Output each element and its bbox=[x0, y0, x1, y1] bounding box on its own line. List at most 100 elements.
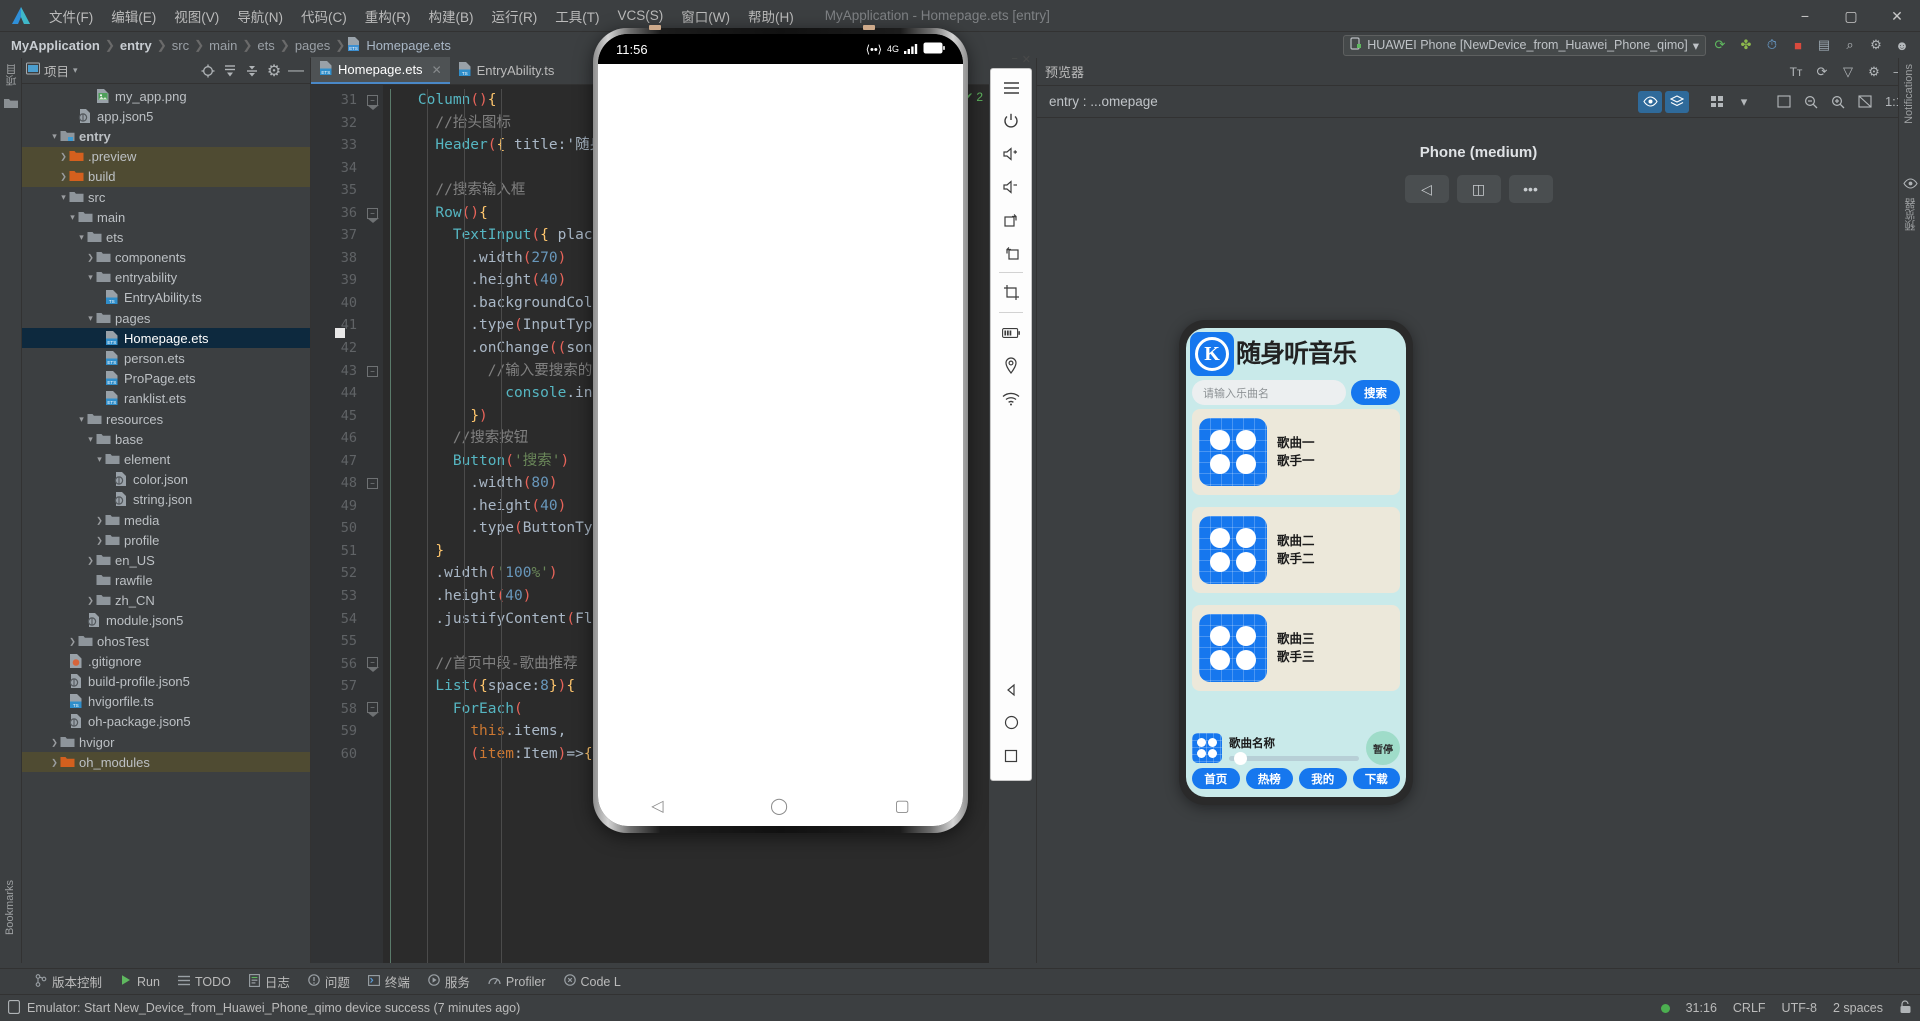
breadcrumb-item-6[interactable]: Homepage.ets bbox=[363, 38, 454, 53]
zoom-out-icon[interactable] bbox=[1799, 91, 1823, 113]
tree-item-base[interactable]: ▾ base bbox=[22, 429, 310, 449]
font-size-icon[interactable]: Tт bbox=[1784, 61, 1808, 83]
song-card[interactable]: 歌曲三 歌手三 bbox=[1192, 605, 1400, 691]
search-everywhere-icon[interactable]: ⌕ bbox=[1838, 34, 1862, 56]
power-icon[interactable] bbox=[996, 104, 1026, 137]
breadcrumb-item-3[interactable]: main bbox=[206, 38, 240, 53]
menu-item-0[interactable]: 文件(F) bbox=[40, 3, 102, 29]
chevron-right-icon[interactable]: ❯ bbox=[58, 172, 69, 181]
breadcrumb-item-0[interactable]: MyApplication bbox=[8, 38, 103, 53]
eye-icon[interactable] bbox=[1903, 176, 1918, 191]
resize-handle-right[interactable] bbox=[863, 25, 875, 30]
nav-recent-icon[interactable]: ▢ bbox=[895, 796, 910, 816]
tree-item-en-us[interactable]: ❯ en_US bbox=[22, 550, 310, 570]
tool-window---[interactable]: 问题 bbox=[299, 970, 359, 993]
breadcrumb-item-1[interactable]: entry bbox=[117, 38, 155, 53]
volume-down-icon[interactable] bbox=[996, 170, 1026, 203]
tree-item-pages[interactable]: ▾ pages bbox=[22, 308, 310, 328]
tool-window---[interactable]: 日志 bbox=[240, 970, 299, 993]
app-tab-2[interactable]: 我的 bbox=[1299, 768, 1347, 789]
tree-item-propage-ets[interactable]: ETS ProPage.ets bbox=[22, 369, 310, 389]
editor-tab-homepage-ets[interactable]: ETS Homepage.ets ✕ bbox=[311, 57, 450, 84]
fold-marker[interactable]: − bbox=[367, 95, 379, 110]
app-tab-1[interactable]: 热榜 bbox=[1245, 768, 1293, 789]
hide-panel-icon[interactable]: — bbox=[286, 61, 306, 81]
tree-item-element[interactable]: ▾ element bbox=[22, 449, 310, 469]
tree-item-app-json5[interactable]: app.json5 bbox=[22, 106, 310, 126]
emulator-nav-bar[interactable]: ◁ ◯ ▢ bbox=[598, 786, 963, 826]
preview-phone-mock[interactable]: K 随身听音乐 请输入乐曲名 搜索 歌曲一 歌手一 歌曲二 歌手二 歌曲三 歌手三 歌曲名… bbox=[1179, 320, 1413, 805]
chevron-down-icon[interactable]: ▾ bbox=[1693, 38, 1699, 53]
tool-window-----[interactable]: 版本控制 bbox=[26, 970, 111, 993]
fold-marker[interactable]: − bbox=[367, 208, 379, 223]
chevron-down-icon[interactable]: ▾ bbox=[94, 454, 105, 465]
chevron-right-icon[interactable]: ❯ bbox=[85, 253, 96, 262]
tree-item-src[interactable]: ▾ src bbox=[22, 187, 310, 207]
layers-icon[interactable] bbox=[1665, 90, 1689, 113]
menu-item-10[interactable]: 窗口(W) bbox=[672, 3, 739, 29]
wifi-icon[interactable] bbox=[996, 382, 1026, 415]
breadcrumb-item-2[interactable]: src bbox=[169, 38, 192, 53]
zoom-in-icon[interactable] bbox=[1826, 91, 1850, 113]
rail-preview-label[interactable]: 预览器 bbox=[1903, 198, 1919, 231]
minimize-button[interactable]: − bbox=[1782, 0, 1828, 32]
screenshot-icon[interactable] bbox=[996, 276, 1026, 309]
song-card[interactable]: 歌曲一 歌手一 bbox=[1192, 409, 1400, 495]
tree-item-profile[interactable]: ❯ profile bbox=[22, 530, 310, 550]
menu-item-9[interactable]: VCS(S) bbox=[609, 5, 673, 26]
location-icon[interactable] bbox=[996, 349, 1026, 382]
emulator-screen[interactable]: 11:56 ⟨••⟩ 4G ◁ ◯ ▢ bbox=[598, 34, 963, 826]
tool-window-run[interactable]: Run bbox=[111, 972, 169, 991]
chevron-down-icon[interactable]: ▾ bbox=[76, 232, 87, 243]
tree-item-main[interactable]: ▾ main bbox=[22, 207, 310, 227]
player-pause-button[interactable]: 暂停 bbox=[1366, 731, 1400, 765]
app-song-list[interactable]: 歌曲一 歌手一 歌曲二 歌手二 歌曲三 歌手三 bbox=[1186, 409, 1406, 728]
sync-icon[interactable]: ⟳ bbox=[1708, 34, 1732, 56]
preview-canvas[interactable]: Phone (medium) ◁ ◫ ••• K 随身听音乐 请输入乐曲名 搜索… bbox=[1037, 144, 1920, 989]
app-preview-screen[interactable]: K 随身听音乐 请输入乐曲名 搜索 歌曲一 歌手一 歌曲二 歌手二 歌曲三 歌手三 歌曲名… bbox=[1186, 328, 1406, 797]
tool-window-todo[interactable]: TODO bbox=[169, 973, 240, 991]
back-control[interactable]: ◁ bbox=[1404, 175, 1449, 203]
editor-marker[interactable] bbox=[335, 328, 345, 338]
menu-item-8[interactable]: 工具(T) bbox=[546, 3, 608, 29]
volume-up-icon[interactable] bbox=[996, 137, 1026, 170]
rotate-preview-icon[interactable] bbox=[1853, 91, 1877, 113]
menu-item-4[interactable]: 代码(C) bbox=[292, 3, 356, 29]
chevron-down-icon[interactable]: ▾ bbox=[76, 414, 87, 425]
app-tab-3[interactable]: 下载 bbox=[1352, 768, 1400, 789]
folder-icon[interactable] bbox=[4, 96, 19, 111]
fit-screen-icon[interactable] bbox=[1772, 91, 1796, 113]
line-separator[interactable]: CRLF bbox=[1733, 1001, 1766, 1015]
close-button[interactable]: ✕ bbox=[1874, 0, 1920, 32]
nav-home-icon[interactable]: ◯ bbox=[770, 796, 788, 816]
chevron-right-icon[interactable]: ❯ bbox=[85, 556, 96, 565]
rail-project-label[interactable]: 项目 bbox=[4, 64, 20, 86]
emulator-minimize-button[interactable]: − bbox=[1011, 53, 1017, 66]
nav-back-icon[interactable]: ◁ bbox=[651, 796, 663, 816]
fold-marker[interactable]: − bbox=[367, 702, 379, 717]
tree-item-ohostest[interactable]: ❯ ohosTest bbox=[22, 631, 310, 651]
more-control[interactable]: ••• bbox=[1508, 175, 1553, 203]
close-tab-icon[interactable]: ✕ bbox=[432, 63, 442, 77]
menu-item-3[interactable]: 导航(N) bbox=[228, 3, 292, 29]
tool-window---[interactable]: 服务 bbox=[419, 970, 479, 993]
stop-icon[interactable]: ■ bbox=[1786, 34, 1810, 56]
indent-setting[interactable]: 2 spaces bbox=[1833, 1001, 1883, 1015]
tree-item-media[interactable]: ❯ media bbox=[22, 510, 310, 530]
nav-recent-icon[interactable] bbox=[996, 739, 1026, 772]
multi-window-control[interactable]: ◫ bbox=[1456, 175, 1501, 203]
collapse-all-icon[interactable] bbox=[242, 61, 262, 81]
battery-icon[interactable] bbox=[996, 316, 1026, 349]
tree-item-my-app-png[interactable]: my_app.png bbox=[22, 86, 310, 106]
multi-device-icon[interactable] bbox=[1705, 91, 1729, 113]
tree-item-build[interactable]: ❯ build bbox=[22, 166, 310, 187]
device-selector[interactable]: HUAWEI Phone [NewDevice_from_Huawei_Phon… bbox=[1343, 34, 1706, 56]
emulator-close-button[interactable]: ✕ bbox=[1022, 53, 1031, 66]
resize-handle-left[interactable] bbox=[649, 25, 661, 30]
song-card[interactable]: 歌曲二 歌手二 bbox=[1192, 507, 1400, 593]
tree-item-build-profile-json5[interactable]: build-profile.json5 bbox=[22, 671, 310, 691]
chevron-down-icon[interactable]: ▾ bbox=[85, 434, 96, 445]
nav-home-icon[interactable] bbox=[996, 706, 1026, 739]
tool-window-code-l[interactable]: Code L bbox=[555, 972, 630, 991]
tree-item-entryability-ts[interactable]: TS EntryAbility.ts bbox=[22, 288, 310, 308]
